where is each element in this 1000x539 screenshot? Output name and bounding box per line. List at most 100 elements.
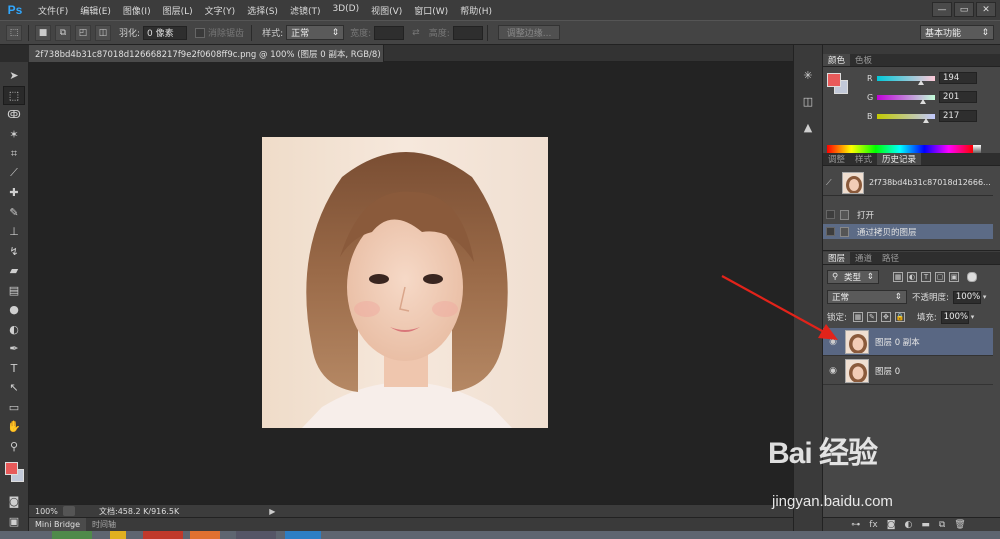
taskbar-item[interactable] [236, 531, 276, 539]
slider-b[interactable]: B 217 [867, 109, 977, 123]
fx-icon[interactable]: fx [869, 520, 878, 530]
menu-item[interactable]: 帮助(H) [454, 4, 498, 17]
height-input[interactable] [452, 25, 483, 40]
add-selection-icon[interactable]: ⧉ [55, 24, 71, 41]
width-input[interactable] [374, 25, 405, 40]
menu-item[interactable]: 滤镜(T) [284, 4, 327, 17]
tab-mini-bridge[interactable]: Mini Bridge [29, 517, 87, 532]
tab-layers[interactable]: 图层 [823, 252, 851, 264]
zoom-icon[interactable]: ⚲ [3, 437, 25, 457]
rectangle-shape-icon[interactable]: ▭ [3, 398, 25, 418]
tool-presets-icon[interactable]: ✳ [797, 65, 819, 85]
channel-value-g[interactable]: 201 [939, 91, 977, 103]
slider-track-b[interactable] [877, 113, 935, 123]
menu-item[interactable]: 视图(V) [365, 4, 408, 17]
style-select[interactable]: 正常 ⇕ [286, 25, 345, 40]
link-icon[interactable]: ⊶ [851, 520, 860, 530]
history-item-open[interactable]: 打开 [823, 207, 993, 222]
foreground-color-swatch[interactable] [5, 462, 18, 475]
layer-filter-select[interactable]: ⚲ 类型 ⇕ [827, 270, 879, 284]
new-selection-icon[interactable]: ■ [35, 24, 51, 41]
history-brush-source-icon[interactable]: ⟋ [826, 178, 840, 188]
fill-input[interactable]: 100% [940, 310, 969, 324]
layer-row-base[interactable]: ◉ 图层 0 [823, 357, 993, 385]
channel-value-b[interactable]: 217 [939, 110, 977, 122]
menu-item[interactable]: 3D(D) [326, 4, 365, 17]
shape-filter-icon[interactable]: ▢ [935, 272, 945, 282]
tab-paths[interactable]: 路径 [877, 252, 904, 264]
path-selection-icon[interactable]: ↖ [3, 378, 25, 398]
brush-icon[interactable]: ✎ [3, 203, 25, 223]
channel-value-r[interactable]: 194 [939, 72, 977, 84]
taskbar-item[interactable] [190, 531, 220, 539]
menu-item[interactable]: 图像(I) [117, 4, 157, 17]
new-layer-icon[interactable]: ⧉ [939, 520, 945, 530]
document-photo[interactable] [262, 137, 548, 428]
intersect-selection-icon[interactable]: ◫ [95, 24, 111, 41]
adjustment-filter-icon[interactable]: ◐ [907, 272, 917, 282]
lock-all-icon[interactable]: 🔒 [894, 312, 905, 322]
tab-channels[interactable]: 通道 [850, 252, 877, 264]
history-source-checkbox[interactable] [826, 227, 835, 236]
swap-icon[interactable]: ⇄ [412, 28, 420, 38]
blur-icon[interactable]: ● [3, 300, 25, 320]
screen-mode-icon[interactable]: ▣ [3, 512, 25, 532]
menu-item[interactable]: 图层(L) [157, 4, 199, 17]
type-icon[interactable]: T [3, 359, 25, 379]
opacity-input[interactable]: 100% [952, 290, 981, 304]
slider-track-g[interactable] [877, 94, 935, 104]
hand-icon[interactable]: ✋ [3, 417, 25, 437]
menu-item[interactable]: 窗口(W) [408, 4, 454, 17]
chevron-down-icon[interactable]: ▾ [971, 313, 975, 321]
slider-r[interactable]: R 194 [867, 71, 977, 85]
menu-item[interactable]: 文字(Y) [199, 4, 242, 17]
quick-mask-icon[interactable]: ◙ [3, 492, 25, 512]
chevron-down-icon[interactable]: ▾ [983, 293, 987, 301]
zoom-level[interactable]: 100% [29, 507, 63, 516]
pen-icon[interactable]: ✒ [3, 339, 25, 359]
eyedropper-icon[interactable]: ⟋ [3, 164, 25, 184]
clone-stamp-icon[interactable]: ⊥ [3, 222, 25, 242]
subtract-selection-icon[interactable]: ◰ [75, 24, 91, 41]
blend-mode-select[interactable]: 正常 ⇕ [827, 290, 907, 304]
folder-icon[interactable]: ▬ [921, 520, 930, 530]
minimize-button[interactable]: — [932, 2, 952, 17]
foreground-color-swatch[interactable] [827, 73, 841, 87]
color-swatches[interactable] [3, 462, 25, 488]
tab-styles[interactable]: 样式 [850, 153, 877, 165]
adjustment-layer-icon[interactable]: ◐ [904, 520, 912, 530]
slider-track-r[interactable] [877, 75, 935, 85]
marquee-preset-icon[interactable]: ⬚ [6, 24, 22, 41]
magic-wand-icon[interactable]: ✶ [3, 125, 25, 145]
history-item-copy-layer[interactable]: 通过拷贝的图层 [823, 224, 993, 239]
mask-icon[interactable]: ◙ [887, 520, 896, 530]
history-source-checkbox[interactable] [826, 210, 835, 219]
close-button[interactable]: ✕ [976, 2, 996, 17]
gradient-icon[interactable]: ▤ [3, 281, 25, 301]
filter-toggle-icon[interactable] [967, 272, 977, 282]
slider-g[interactable]: G 201 [867, 90, 977, 104]
status-menu-icon[interactable]: ▶ [269, 507, 275, 516]
eraser-icon[interactable]: ▰ [3, 261, 25, 281]
taskbar-item[interactable] [285, 531, 321, 539]
crop-icon[interactable]: ⌗ [3, 144, 25, 164]
status-info-icon[interactable] [63, 506, 75, 516]
antialias-checkbox[interactable] [195, 27, 206, 38]
eye-icon[interactable]: ◉ [823, 337, 843, 347]
taskbar-item[interactable] [52, 531, 92, 539]
layer-row-copy[interactable]: ◉ 图层 0 副本 [823, 328, 993, 356]
eye-icon[interactable]: ◉ [823, 366, 843, 376]
slider-thumb[interactable] [919, 98, 926, 104]
smart-object-filter-icon[interactable]: ▣ [949, 272, 959, 282]
menu-item[interactable]: 文件(F) [32, 4, 74, 17]
menu-item[interactable]: 编辑(E) [74, 4, 117, 17]
tab-color[interactable]: 颜色 [823, 54, 851, 66]
refine-edge-button[interactable]: 调整边缘... [497, 25, 561, 40]
document-tab[interactable]: 2f738bd4b31c87018d126668217f9e2f0608ff9c… [29, 45, 384, 62]
taskbar-item[interactable] [143, 531, 183, 539]
dodge-icon[interactable]: ◐ [3, 320, 25, 340]
menu-item[interactable]: 选择(S) [241, 4, 284, 17]
tab-swatches[interactable]: 色板 [850, 54, 877, 66]
move-tool-icon[interactable]: ➤ [3, 66, 25, 86]
slider-thumb[interactable] [923, 117, 930, 123]
